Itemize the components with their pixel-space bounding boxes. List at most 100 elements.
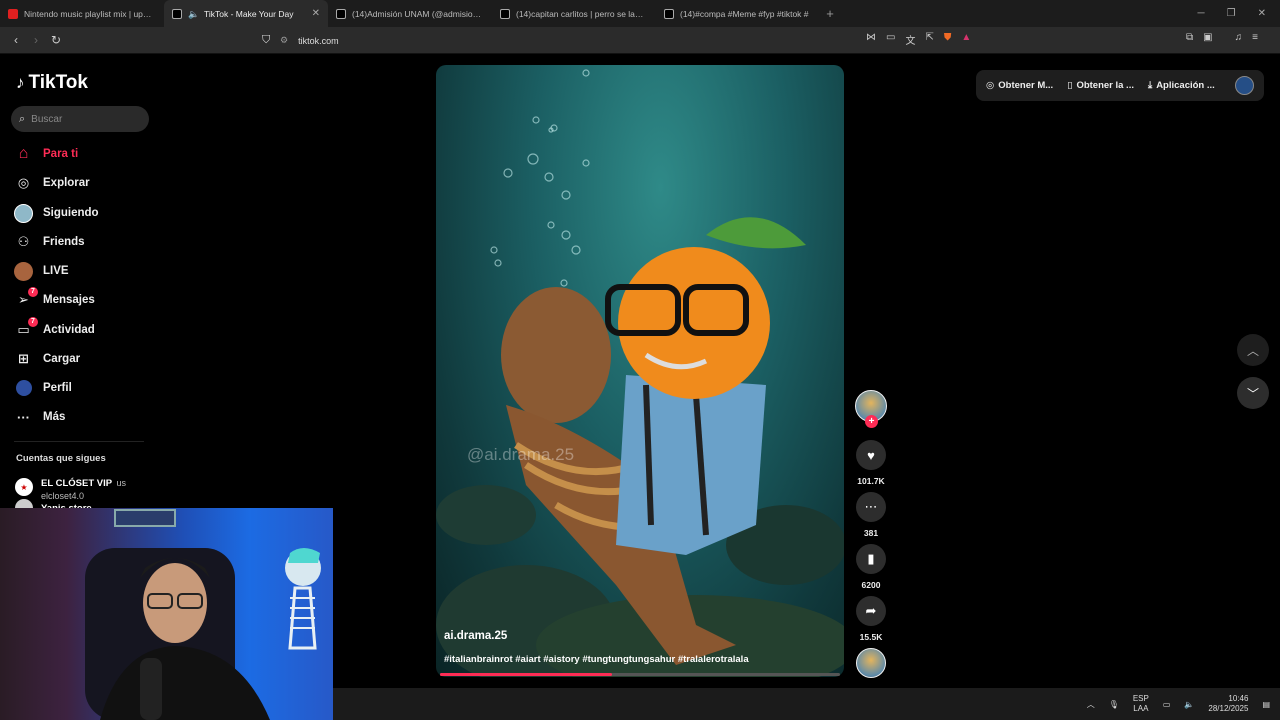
send-icon: ➢ 7 xyxy=(14,286,38,310)
minimize-icon[interactable]: ─ xyxy=(1198,8,1205,19)
nav-para-ti[interactable]: ⌂ Para ti xyxy=(14,143,79,165)
site-info-icon[interactable]: ⚙ xyxy=(280,35,288,46)
tab-title: TikTok - Make Your Day xyxy=(204,8,294,19)
profile-avatar[interactable] xyxy=(1235,76,1254,95)
save-button[interactable]: ▮ 6200 xyxy=(854,544,888,590)
search-icon: ⌕ xyxy=(19,112,26,125)
comment-icon: ⋯ xyxy=(856,492,886,522)
like-button[interactable]: ♥ 101.7K xyxy=(854,440,888,486)
video-player[interactable] xyxy=(436,65,844,677)
top-actions-bar: ◎ Obtener M... ▯ Obtener la ... ⤓ Aplica… xyxy=(976,70,1264,101)
menu-icon[interactable]: ≡ xyxy=(1252,32,1258,43)
url-text[interactable]: tiktok.com xyxy=(298,36,339,46)
nav-perfil[interactable]: Perfil xyxy=(14,377,72,399)
action-label: Aplicación ... xyxy=(1156,80,1215,91)
close-window-icon[interactable]: ✕ xyxy=(1258,8,1266,19)
language-indicator[interactable]: ESP LAA xyxy=(1133,694,1149,714)
account-name: EL CLÓSET VIP xyxy=(41,478,113,489)
chevron-down-icon: ﹀ xyxy=(1246,386,1259,401)
nav-label: LIVE xyxy=(43,265,69,277)
reload-icon[interactable]: ↻ xyxy=(46,33,66,47)
volume-icon[interactable]: 🔈 xyxy=(1184,700,1194,709)
system-tray: ︿ 🎙 ESP LAA ▭ 🔈 10:46 28/12/2025 ▤ xyxy=(333,688,1280,720)
activity-badge: 7 xyxy=(28,316,38,327)
nav-friends[interactable]: ⚇ Friends xyxy=(14,231,85,253)
browser-menu-actions: ⧉ ▣ ♫ ≡ xyxy=(1186,32,1258,43)
search-box[interactable]: ⌕ xyxy=(11,106,149,132)
wallet-icon[interactable]: ▣ xyxy=(1203,32,1212,43)
video-hashtags[interactable]: #italianbrainrot #aiart #aistory #tungtu… xyxy=(444,654,749,665)
account-suffix: us xyxy=(116,478,127,488)
no-sound-icon[interactable]: ⋈ xyxy=(866,32,876,47)
chevron-up-icon: ︿ xyxy=(1246,343,1259,358)
notification-icon[interactable]: ▤ xyxy=(1262,700,1270,709)
nav-label: Más xyxy=(43,411,66,423)
logo-text: TikTok xyxy=(28,72,88,93)
get-app-button[interactable]: ▯ Obtener la ... xyxy=(1067,80,1134,91)
comment-button[interactable]: ⋯ 381 xyxy=(854,492,888,538)
share-icon[interactable]: ⇱ xyxy=(925,32,933,47)
video-author[interactable]: ai.drama.25 xyxy=(444,630,507,642)
new-tab-button[interactable]: + xyxy=(820,6,840,21)
browser-tab-4[interactable]: (14)capitan carlitos | perro se lanza al xyxy=(492,0,656,27)
divider xyxy=(14,441,144,442)
tiktok-logo[interactable]: ♪ TikTok xyxy=(16,72,88,94)
tab-title: (14)Admisión UNAM (@admision.un xyxy=(352,8,484,19)
search-input[interactable] xyxy=(31,113,132,125)
translate-icon[interactable]: 文 xyxy=(905,32,915,47)
back-icon[interactable]: ‹ xyxy=(6,33,26,47)
nav-label: Cargar xyxy=(43,353,81,365)
nav-cargar[interactable]: ⊞ Cargar xyxy=(14,348,80,370)
bookmark-icon[interactable]: ⛉ xyxy=(262,34,270,47)
webcam-overlay xyxy=(0,508,333,720)
sidebar: ♪ TikTok ⌕ ⌂ Para ti ◎ Explorar Siguiend… xyxy=(0,54,160,517)
clock-time: 10:46 xyxy=(1228,694,1249,703)
comment-count: 381 xyxy=(863,528,879,538)
nav-label: Para ti xyxy=(43,148,79,160)
close-tab-icon[interactable]: ✕ xyxy=(312,8,320,19)
follow-plus-icon[interactable]: + xyxy=(865,415,878,428)
maximize-icon[interactable]: ❐ xyxy=(1227,8,1236,19)
action-label: Obtener M... xyxy=(998,80,1054,91)
nav-actividad[interactable]: ▭ 7 Actividad xyxy=(14,316,95,341)
browser-tab-3[interactable]: (14)Admisión UNAM (@admision.un xyxy=(328,0,492,27)
save-count: 6200 xyxy=(861,580,881,590)
creator-avatar[interactable]: + xyxy=(854,390,888,428)
brave-shield-icon[interactable]: ⛊ xyxy=(944,32,952,47)
address-bar-actions: ⋈ ▭ 文 ⇱ ⛊ ▲ xyxy=(866,32,971,47)
messages-badge: 7 xyxy=(28,286,38,297)
previous-video-button[interactable]: ︿ xyxy=(1237,334,1269,366)
nav-mensajes[interactable]: ➢ 7 Mensajes xyxy=(14,286,95,311)
nav-explorar[interactable]: ◎ Explorar xyxy=(14,172,90,194)
microphone-icon[interactable]: 🎙 xyxy=(1109,700,1119,709)
network-icon[interactable]: ▭ xyxy=(1163,700,1171,709)
clock[interactable]: 10:46 28/12/2025 xyxy=(1208,694,1248,714)
video-frame xyxy=(436,69,844,677)
share-button[interactable]: ➦ 15.5K xyxy=(854,596,888,642)
reader-icon[interactable]: ▭ xyxy=(886,32,895,47)
following-account[interactable]: ★ EL CLÓSET VIP us elcloset4.0 xyxy=(15,473,126,501)
video-progress-bar[interactable] xyxy=(440,673,840,676)
browser-tab-1[interactable]: Nintendo music playlist mix | upbeat xyxy=(0,0,164,27)
tray-overflow-icon[interactable]: ︿ xyxy=(1087,699,1095,710)
nav-live[interactable]: LIVE xyxy=(14,260,69,282)
video-progress-fill xyxy=(440,673,612,676)
nav-mas[interactable]: ··· Más xyxy=(14,406,65,428)
nav-siguiendo[interactable]: Siguiendo xyxy=(14,202,99,224)
nav-label: Friends xyxy=(43,236,85,248)
desktop-app-button[interactable]: ⤓ Aplicación ... xyxy=(1148,80,1215,91)
coin-icon: ◎ xyxy=(986,80,995,91)
browser-tab-5[interactable]: (14)#compa #Meme #fyp #tiktok # xyxy=(656,0,820,27)
creator-avatar-image: + xyxy=(855,390,887,428)
forward-icon[interactable]: › xyxy=(26,33,46,47)
sound-disc[interactable] xyxy=(854,648,888,678)
nav-label: Actividad xyxy=(43,324,95,336)
browser-tab-2[interactable]: 🔈 TikTok - Make Your Day ✕ xyxy=(164,0,328,27)
get-coins-button[interactable]: ◎ Obtener M... xyxy=(986,80,1053,91)
extensions-icon[interactable]: ⧉ xyxy=(1186,32,1193,43)
compass-icon: ◎ xyxy=(17,175,30,190)
tab-title: (14)#compa #Meme #fyp #tiktok # xyxy=(680,8,809,19)
next-video-button[interactable]: ﹀ xyxy=(1237,377,1269,409)
media-icon[interactable]: ♫ xyxy=(1235,32,1243,43)
rewards-icon[interactable]: ▲ xyxy=(961,32,971,47)
